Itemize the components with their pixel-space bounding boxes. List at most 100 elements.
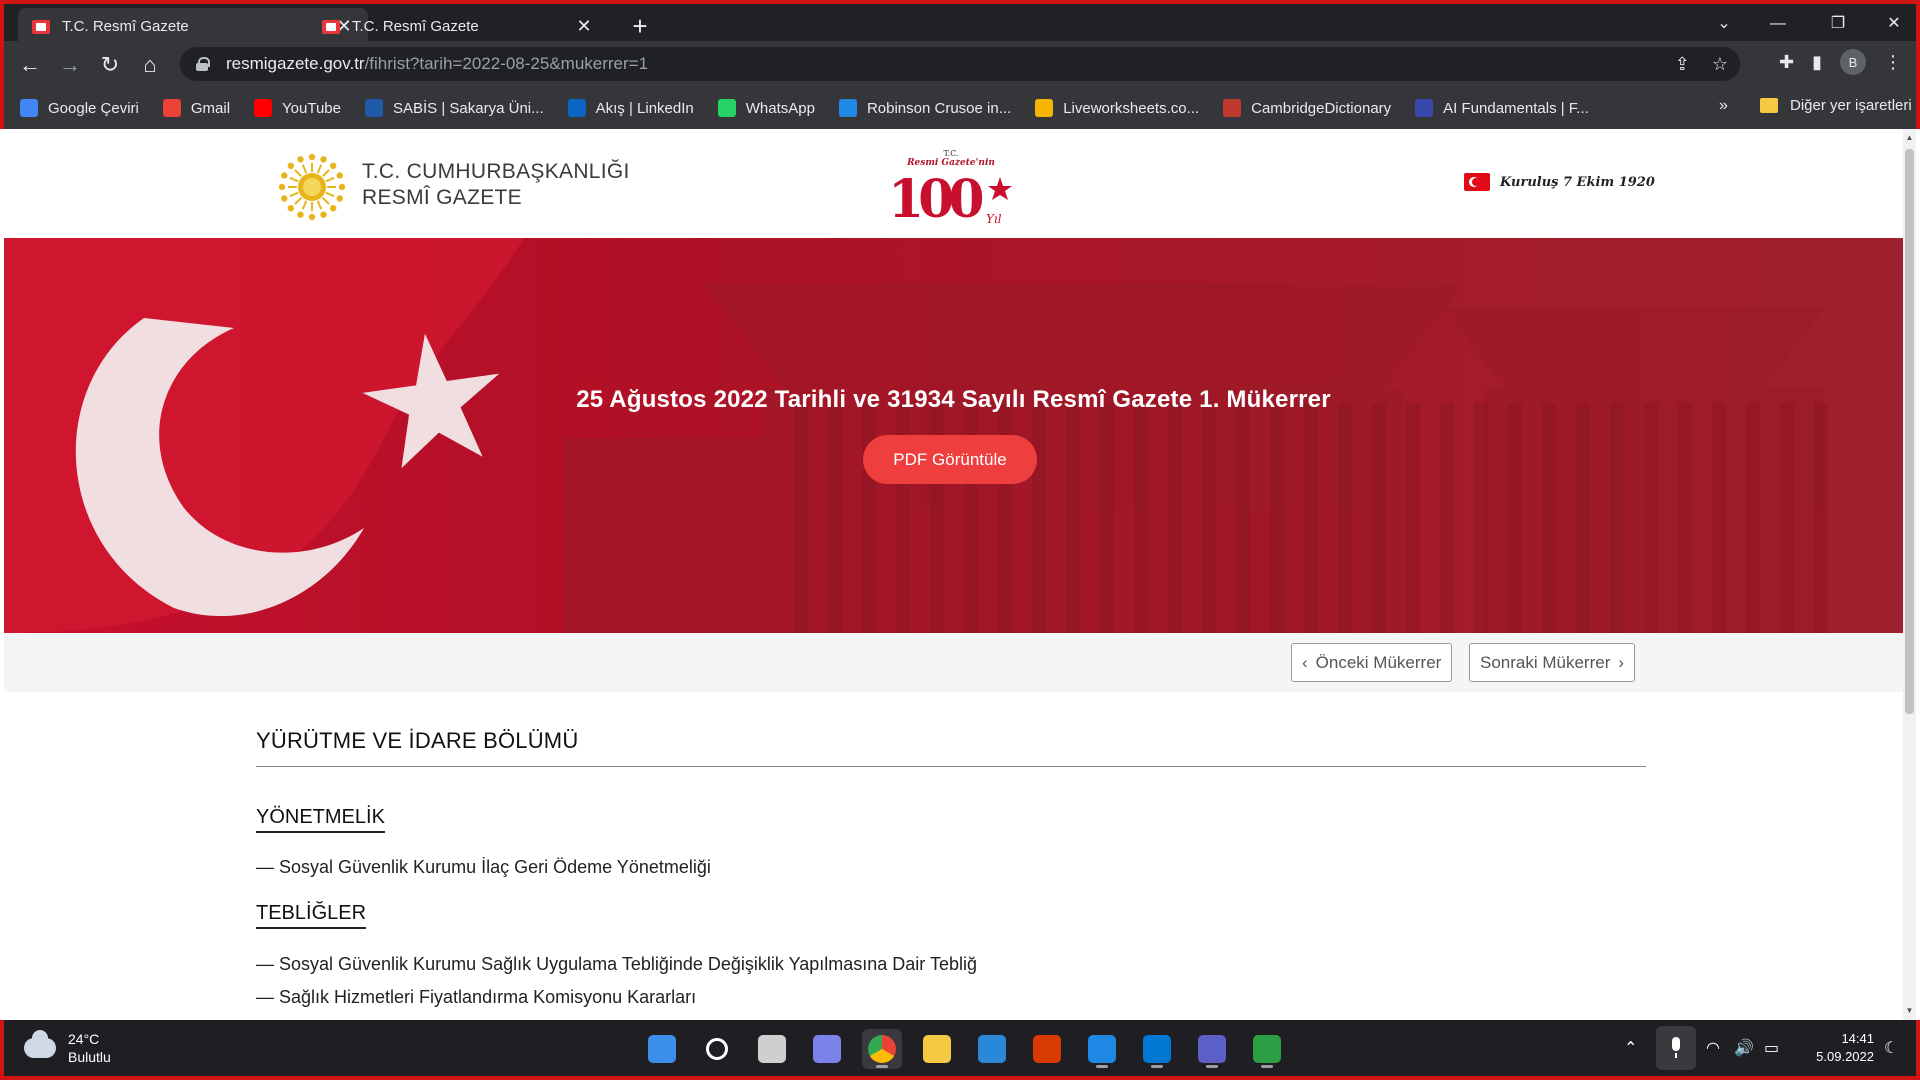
gazette-item-link[interactable]: — Sosyal Güvenlik Kurumu İlaç Geri Ödeme… <box>256 857 711 878</box>
outlook-glyph <box>1143 1035 1171 1063</box>
task-view-glyph <box>758 1035 786 1063</box>
close-tab-icon[interactable]: ✕ <box>574 16 594 37</box>
file-explorer-glyph <box>923 1035 951 1063</box>
centennial-year: Yıl <box>986 212 1002 226</box>
weather-widget[interactable]: 24°C Bulutlu <box>24 1030 111 1066</box>
minimize-button[interactable]: — <box>1758 10 1798 38</box>
bookmark-item[interactable]: Gmail <box>162 99 231 117</box>
bookmark-item[interactable]: YouTube <box>254 99 341 117</box>
file-explorer-icon[interactable] <box>917 1029 957 1069</box>
side-panel-icon[interactable]: ▮ <box>1812 52 1822 73</box>
bookmark-item[interactable]: Robinson Crusoe in... <box>838 99 1012 117</box>
bookmark-label: YouTube <box>282 99 341 117</box>
tab-title: T.C. Resmî Gazete <box>352 18 479 35</box>
scrollbar-thumb[interactable] <box>1905 149 1914 714</box>
volume-icon[interactable]: 🔊 <box>1734 1020 1754 1076</box>
tab-title: T.C. Resmî Gazete <box>62 18 189 35</box>
bookmark-label: Liveworksheets.co... <box>1063 99 1200 117</box>
bookmark-star-icon[interactable]: ☆ <box>1712 54 1728 75</box>
previous-supplement-button[interactable]: ‹ Önceki Mükerrer <box>1291 643 1453 682</box>
chrome-icon[interactable] <box>862 1029 902 1069</box>
mail-icon[interactable] <box>972 1029 1012 1069</box>
globe-icon <box>838 99 857 117</box>
share-icon[interactable]: ⇪ <box>1675 54 1690 75</box>
mic-glyph <box>1672 1037 1680 1058</box>
search-icon[interactable] <box>697 1029 737 1069</box>
gazette-title: 25 Ağustos 2022 Tarihli ve 31934 Sayılı … <box>576 386 1331 413</box>
new-tab-button[interactable]: + <box>626 12 654 40</box>
outlook-icon[interactable] <box>1137 1029 1177 1069</box>
scroll-down-icon[interactable]: ▼ <box>1905 1006 1914 1016</box>
wifi-icon[interactable]: ◠ <box>1706 1020 1720 1076</box>
gmail-icon <box>162 99 181 117</box>
clock-date: 5.09.2022 <box>1816 1049 1874 1064</box>
bookmark-label: Robinson Crusoe in... <box>866 99 1012 117</box>
other-bookmarks-folder[interactable]: Diğer yer işaretleri <box>1760 97 1912 114</box>
bookmark-item[interactable]: CambridgeDictionary <box>1223 99 1391 117</box>
section-heading: YÜRÜTME VE İDARE BÖLÜMÜ <box>256 728 579 753</box>
battery-icon[interactable]: ▭ <box>1764 1020 1779 1076</box>
tray-overflow-icon[interactable]: ⌃ <box>1624 1020 1637 1076</box>
home-button[interactable]: ⌂ <box>134 49 166 81</box>
url-host: resmigazete.gov.tr <box>226 54 365 73</box>
gazette-item-link[interactable]: — Sağlık Hizmetleri Fiyatlandırma Komisy… <box>256 987 696 1008</box>
lock-icon[interactable] <box>196 57 210 71</box>
teams-glyph <box>1198 1035 1226 1063</box>
next-supplement-button[interactable]: Sonraki Mükerrer › <box>1469 643 1636 682</box>
address-bar[interactable]: resmigazete.gov.tr/fihrist?tarih=2022-08… <box>180 47 1740 81</box>
pdf-view-button[interactable]: PDF Görüntüle <box>863 435 1037 484</box>
bookmark-label: Akış | LinkedIn <box>595 99 694 117</box>
next-label: Sonraki Mükerrer <box>1480 652 1611 672</box>
forward-button[interactable]: → <box>54 49 86 81</box>
bookmark-item[interactable]: WhatsApp <box>717 99 815 117</box>
folder-icon <box>1760 98 1778 113</box>
temperature: 24°C <box>68 1031 100 1047</box>
cloud-icon <box>24 1030 56 1058</box>
centennial-sub: Resmi Gazete'nin <box>906 158 995 168</box>
notification-icon[interactable]: ☾ <box>1884 1020 1898 1076</box>
tab-search-icon[interactable]: ⌄ <box>1704 10 1744 38</box>
windows-taskbar: 24°C Bulutlu ⌃ ◠ 🔊 ▭ 14:41 5.09.2022 ☾ <box>0 1020 1920 1080</box>
bookmark-item[interactable]: Liveworksheets.co... <box>1035 99 1199 117</box>
bookmark-item[interactable]: Akış | LinkedIn <box>567 99 694 117</box>
bookmark-item[interactable]: SABİS | Sakarya Üni... <box>365 99 544 117</box>
running-indicator <box>1096 1065 1108 1068</box>
system-clock[interactable]: 14:41 5.09.2022 <box>1804 1030 1874 1066</box>
running-indicator <box>876 1065 888 1068</box>
tab-strip: T.C. Resmî Gazete ✕ T.C. Resmî Gazete ✕ … <box>0 0 1920 45</box>
restore-button[interactable]: ❐ <box>1818 10 1858 38</box>
extensions-puzzle-icon[interactable]: ✚ <box>1779 52 1794 73</box>
menu-kebab-icon[interactable]: ⋮ <box>1884 52 1902 73</box>
bookmark-item[interactable]: AI Fundamentals | F... <box>1415 99 1589 117</box>
close-window-button[interactable]: ✕ <box>1874 10 1914 38</box>
office-icon[interactable] <box>1027 1029 1067 1069</box>
task-view-icon[interactable] <box>752 1029 792 1069</box>
start-glyph <box>648 1035 676 1063</box>
microphone-icon[interactable] <box>1656 1026 1696 1070</box>
bookmark-label: CambridgeDictionary <box>1251 99 1392 117</box>
youtube-icon <box>254 99 273 117</box>
ai-icon <box>1415 99 1434 117</box>
sabis-icon <box>365 99 383 117</box>
brand-title[interactable]: T.C. CUMHURBAŞKANLIĞI RESMÎ GAZETE <box>362 159 630 211</box>
other-bookmarks-label: Diğer yer işaretleri <box>1790 97 1912 114</box>
media-player-icon[interactable] <box>1247 1029 1287 1069</box>
back-button[interactable]: ← <box>14 49 46 81</box>
weather-condition: Bulutlu <box>68 1049 111 1065</box>
presidential-seal-icon[interactable] <box>274 149 350 225</box>
scroll-up-icon[interactable]: ▲ <box>1905 133 1914 143</box>
bookmark-label: Gmail <box>190 99 231 117</box>
liveworksheets-icon <box>1035 99 1054 117</box>
teams-chat-icon[interactable] <box>807 1029 847 1069</box>
start-icon[interactable] <box>642 1029 682 1069</box>
founded-badge: Kuruluş 7 Ekim 1920 <box>1464 173 1655 191</box>
bookmark-item[interactable]: Google Çeviri <box>20 99 139 117</box>
gazette-item-link[interactable]: — Sosyal Güvenlik Kurumu Sağlık Uygulama… <box>256 954 977 975</box>
teams-icon[interactable] <box>1192 1029 1232 1069</box>
reload-button[interactable]: ↻ <box>94 49 126 81</box>
profile-avatar[interactable]: B <box>1840 49 1866 75</box>
sabis-app-icon[interactable] <box>1082 1029 1122 1069</box>
tab-inactive[interactable]: T.C. Resmî Gazete ✕ <box>308 8 608 45</box>
page-scrollbar[interactable]: ▲ ▼ <box>1903 129 1916 1020</box>
bookmarks-overflow-button[interactable]: » <box>1719 97 1728 115</box>
